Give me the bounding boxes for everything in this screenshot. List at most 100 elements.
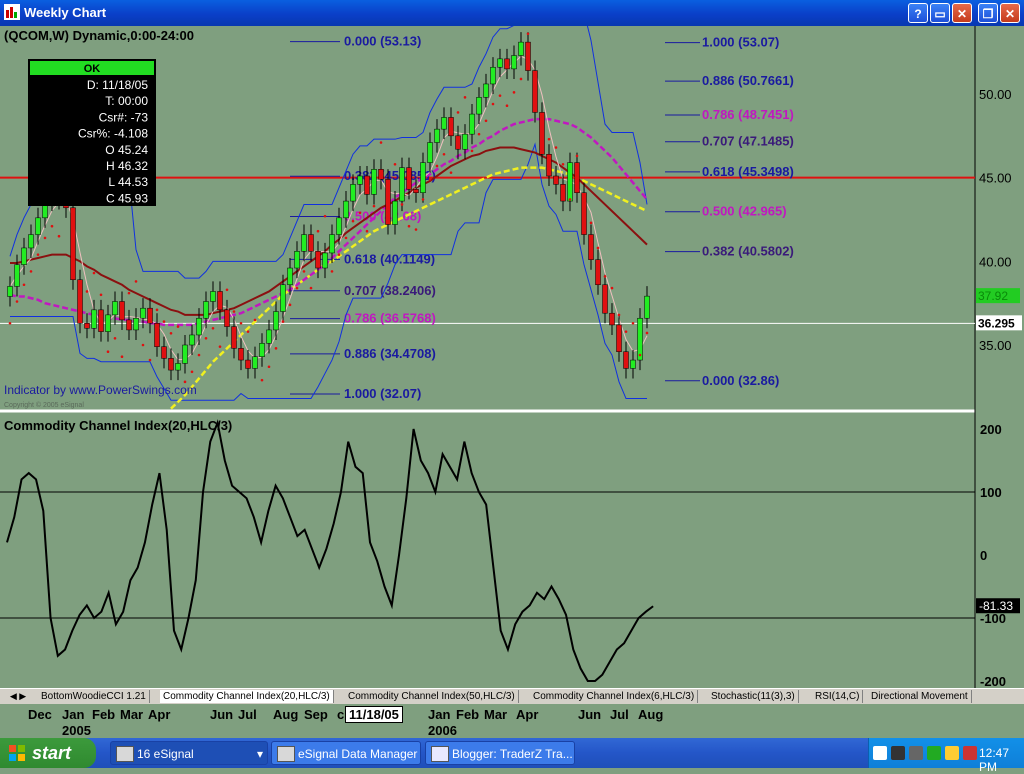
- price-candle: [14, 264, 20, 287]
- fib-level-label: 0.886 (50.7661): [702, 73, 794, 88]
- fib-level-label: 0.500 (42.965): [702, 204, 787, 219]
- month-label: Jul: [610, 707, 629, 722]
- inner-restore-button[interactable]: ▭: [930, 3, 950, 23]
- chart-area[interactable]: 50.00 45.00 40.00 35.00 37.92 36.295 0.000 (5…: [0, 26, 1024, 688]
- sar-dot: [225, 288, 229, 292]
- study-tab[interactable]: Commodity Channel Index(6,HLC/3): [530, 690, 699, 703]
- price-candle: [252, 356, 258, 369]
- price-candle: [315, 251, 321, 269]
- month-label: Mar: [120, 707, 144, 722]
- price-candle: [294, 251, 300, 269]
- month-label: Feb: [456, 707, 480, 722]
- sar-dot: [148, 358, 152, 362]
- study-tab[interactable]: Stochastic(11(3),3): [708, 690, 799, 703]
- task-data-manager[interactable]: eSignal Data Manager: [271, 741, 421, 765]
- price-candle: [329, 234, 335, 254]
- sar-dot: [155, 308, 159, 312]
- study-tab[interactable]: Commodity Channel Index(50,HLC/3): [345, 690, 519, 703]
- price-candle: [588, 234, 594, 260]
- inner-close-button[interactable]: ✕: [952, 3, 972, 23]
- sar-dot: [554, 146, 558, 149]
- chart-app-icon: [4, 4, 20, 20]
- help-button[interactable]: ?: [908, 3, 928, 23]
- volume-tray-icon[interactable]: [945, 746, 959, 760]
- price-candle: [630, 359, 636, 369]
- price-candle: [504, 58, 510, 70]
- sar-dot: [449, 171, 453, 174]
- price-candle: [91, 309, 97, 329]
- sar-dot: [267, 365, 271, 369]
- price-candle: [217, 291, 223, 311]
- sar-dot: [568, 198, 572, 201]
- sar-dot: [106, 350, 110, 353]
- price-candle: [497, 58, 503, 68]
- price-candle: [210, 291, 216, 302]
- start-button[interactable]: start: [0, 738, 96, 768]
- fib-level-label: 1.000 (32.07): [344, 386, 421, 401]
- tab-scroll-arrows[interactable]: ◀ ▶: [2, 690, 34, 703]
- sar-dot: [127, 291, 131, 295]
- sar-dot: [232, 310, 236, 313]
- sar-dot: [589, 221, 593, 225]
- sar-dot: [526, 32, 530, 36]
- month-label: Aug: [273, 707, 299, 722]
- sar-dot: [323, 214, 327, 218]
- price-candle: [448, 117, 454, 137]
- last-price-label: 37.92: [978, 289, 1008, 303]
- data-manager-icon: [277, 746, 295, 762]
- price-candle: [147, 307, 153, 324]
- month-label: Feb: [92, 707, 116, 722]
- task-blogger[interactable]: Blogger: TraderZ Tra...: [425, 741, 575, 765]
- price-candle: [203, 301, 209, 319]
- price-candle: [238, 348, 244, 361]
- study-tab[interactable]: Commodity Channel Index(20,HLC/3): [160, 690, 334, 703]
- price-tick-label: 35.00: [979, 338, 1012, 353]
- price-candle: [462, 133, 468, 150]
- price-candle: [420, 162, 426, 193]
- system-tray: 12:47 PM: [868, 738, 1024, 774]
- cci-pane[interactable]: [0, 414, 975, 688]
- sar-dot: [617, 313, 621, 317]
- year-label: 2006: [428, 723, 457, 738]
- cci-tick-label: -200: [980, 674, 1006, 688]
- network-tray-icon[interactable]: [891, 746, 905, 760]
- sar-dot: [92, 271, 96, 275]
- sar-dot: [372, 204, 376, 208]
- sar-dot: [365, 229, 369, 233]
- price-candle: [595, 259, 601, 286]
- price-candle: [35, 217, 41, 235]
- cursor-price-label: 36.295: [978, 316, 1015, 330]
- help-tray-icon[interactable]: [873, 746, 887, 760]
- cci-panel-title: Commodity Channel Index(20,HLC/3): [4, 418, 232, 433]
- fib-level-label: 0.618 (40.1149): [344, 251, 435, 266]
- study-tab[interactable]: BottomWoodieCCI 1.21: [38, 690, 150, 703]
- price-candle: [105, 314, 111, 332]
- task-esignal[interactable]: 16 eSignal ▾: [110, 741, 268, 765]
- indicator-credit[interactable]: Indicator by www.PowerSwings.com: [4, 383, 197, 397]
- restore-button[interactable]: ❐: [978, 3, 998, 23]
- sar-dot: [120, 355, 124, 359]
- printer-tray-icon[interactable]: [909, 746, 923, 760]
- sar-dot: [57, 234, 61, 238]
- security-tray-icon[interactable]: [927, 746, 941, 760]
- study-tab-bar: ◀ ▶ BottomWoodieCCI 1.21 Commodity Channe…: [0, 688, 1024, 705]
- price-candle: [525, 41, 531, 71]
- sar-dot: [43, 236, 47, 240]
- study-tab[interactable]: Directional Movement: [868, 690, 972, 703]
- study-tab[interactable]: RSI(14,C): [812, 690, 864, 703]
- month-label: Dec: [28, 707, 52, 722]
- sar-dot: [134, 280, 138, 283]
- price-candle: [406, 167, 412, 190]
- alert-tray-icon[interactable]: [963, 746, 977, 760]
- sar-dot: [246, 330, 250, 333]
- close-button[interactable]: ✕: [1000, 3, 1020, 23]
- sar-dot: [470, 149, 474, 153]
- fib-level-label: 0.000 (32.86): [702, 373, 779, 388]
- price-candle: [273, 311, 279, 331]
- sar-dot: [253, 318, 257, 322]
- cci-tick-label: -100: [980, 611, 1006, 626]
- sar-dot: [435, 164, 439, 168]
- price-candle: [413, 189, 419, 193]
- price-candle: [224, 309, 230, 327]
- data-window-row: O 45.24: [105, 143, 148, 157]
